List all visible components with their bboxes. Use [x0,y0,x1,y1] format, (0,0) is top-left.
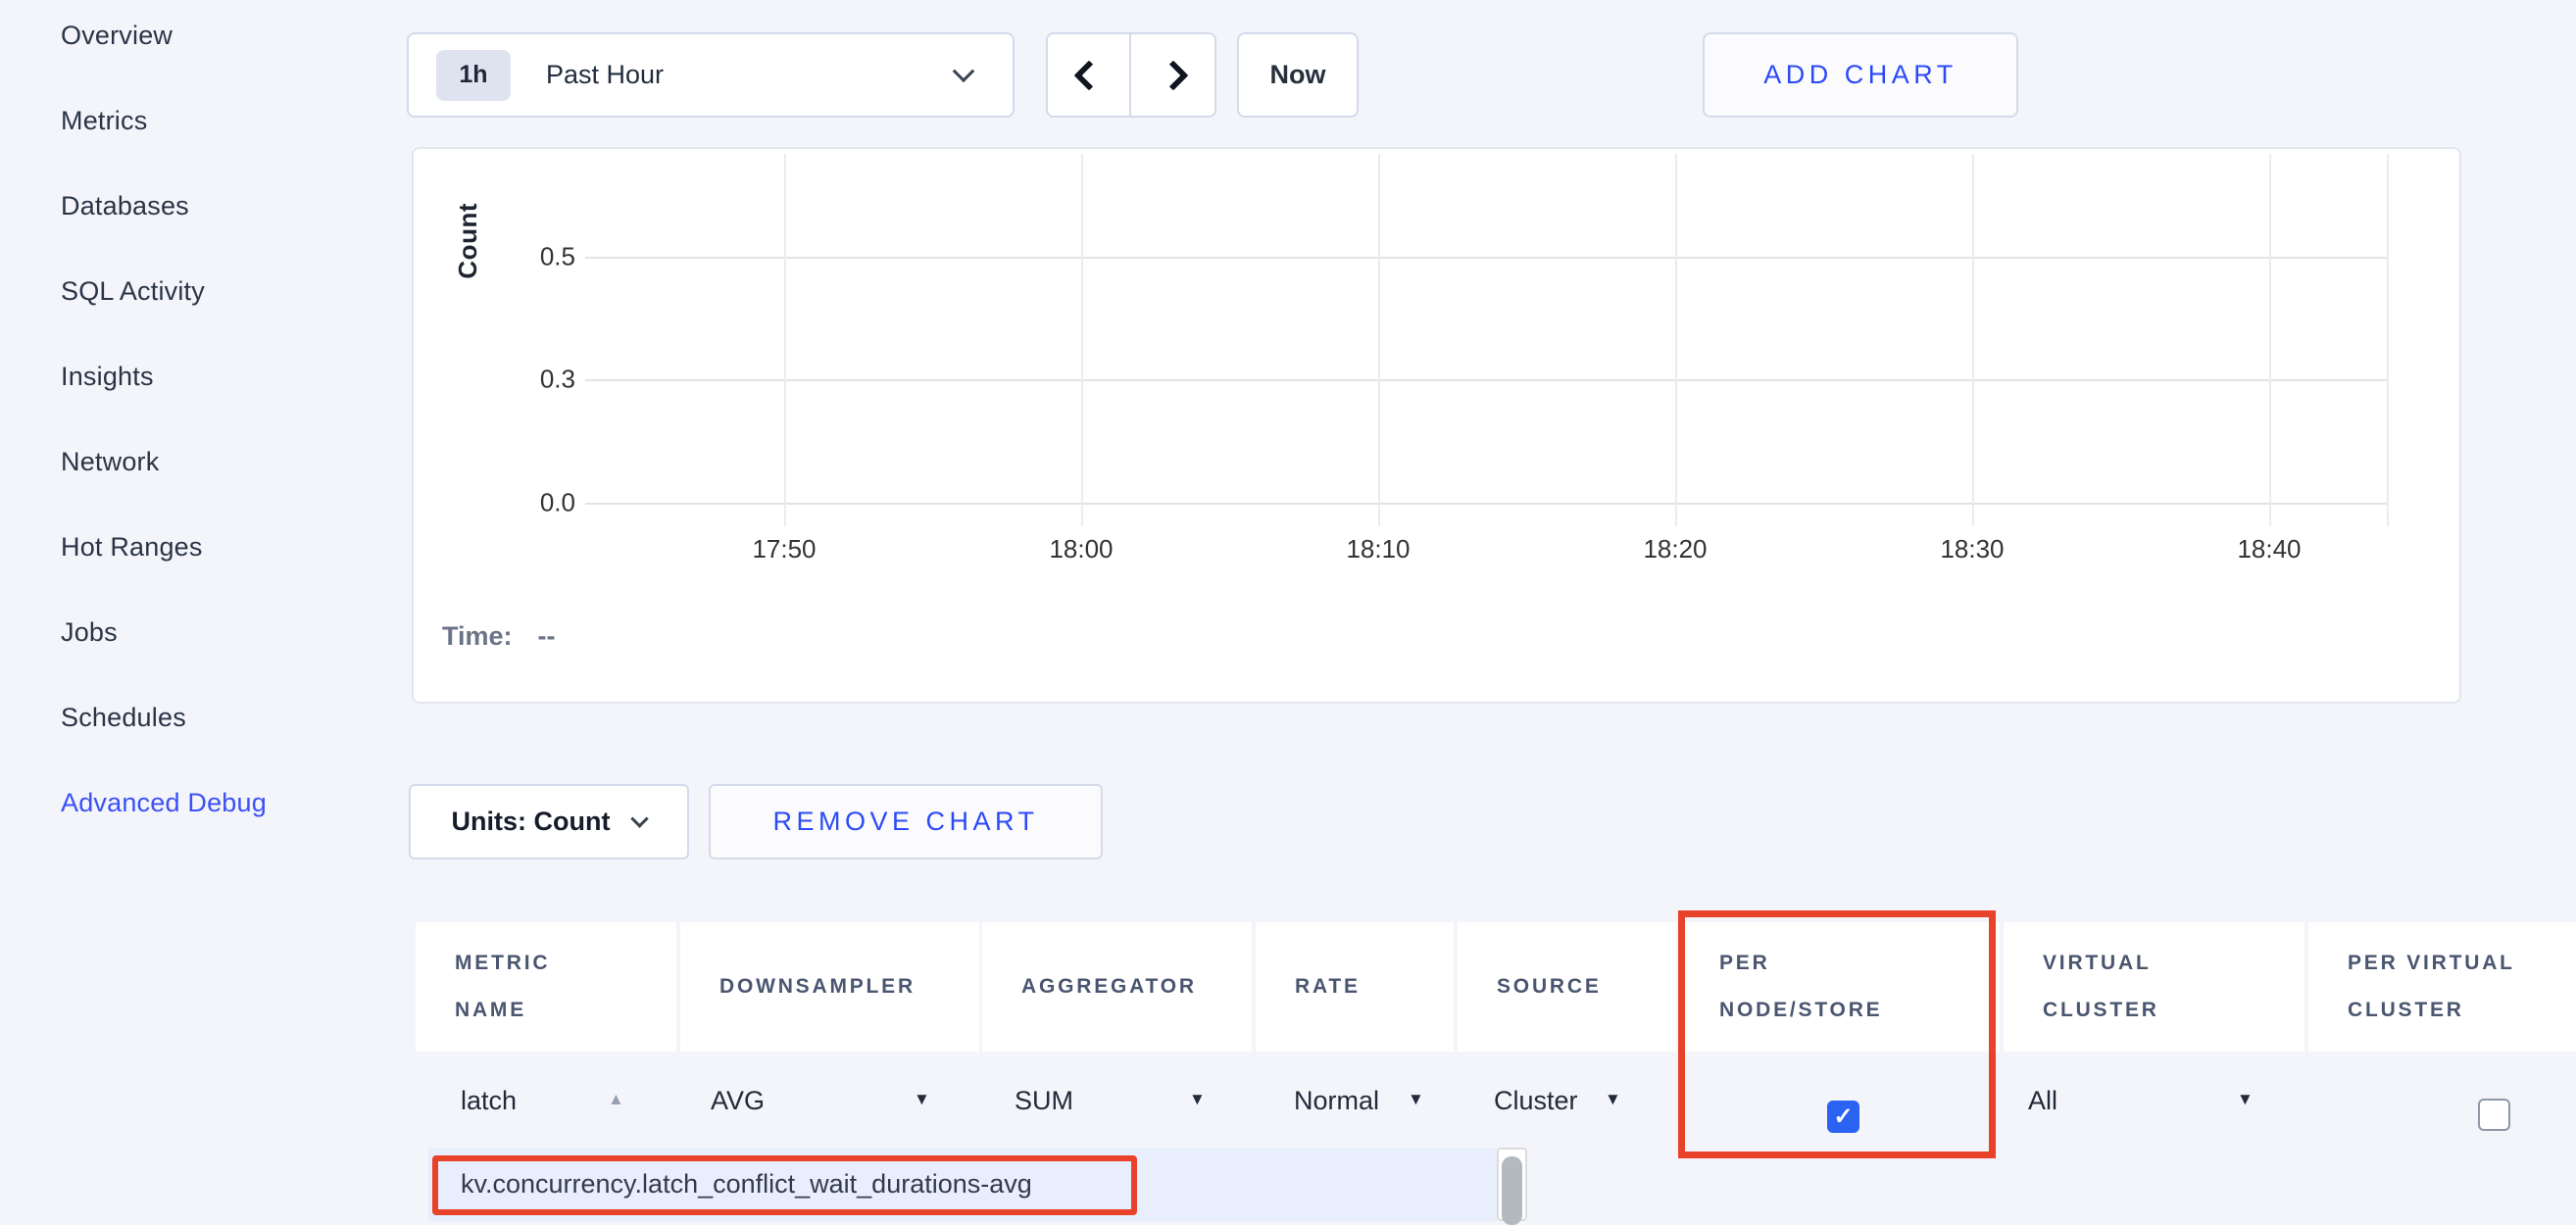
sidebar-item-sql-activity[interactable]: SQL Activity [61,275,355,307]
virtual-cluster-dropdown-icon[interactable] [2237,1090,2254,1109]
sidebar-item-metrics[interactable]: Metrics [61,105,355,136]
y-gridline [585,257,2387,259]
advanced-debug-custom-chart-page: Overview Metrics Databases SQL Activity … [0,0,2576,1221]
metric-name-collapse-icon[interactable] [608,1090,624,1109]
column-header-source: SOURCE [1458,922,1676,1052]
prev-time-button[interactable] [1048,34,1131,116]
sidebar-item-jobs[interactable]: Jobs [61,616,355,648]
sidebar-nav: Overview Metrics Databases SQL Activity … [61,20,355,818]
rate-select[interactable]: Normal [1294,1086,1379,1116]
chevron-down-icon [953,60,975,82]
metric-suggestion-item[interactable]: kv.concurrency.latch_conflict_wait_durat… [461,1148,1032,1221]
rate-dropdown-icon[interactable] [1408,1090,1424,1109]
sidebar-item-hot-ranges[interactable]: Hot Ranges [61,531,355,563]
x-gridline [1675,154,1677,526]
time-range-label: Past Hour [546,60,664,90]
x-tick-label: 18:40 [2210,534,2328,564]
column-header-virtual-cluster: VIRTUAL CLUSTER [2004,922,2304,1052]
x-tick-label: 17:50 [725,534,843,564]
plot-right-border [2387,154,2389,526]
time-step-buttons [1046,32,1216,118]
y-tick-label: 0.3 [472,365,575,395]
x-tick-label: 18:20 [1616,534,1734,564]
sidebar-item-advanced-debug[interactable]: Advanced Debug [61,787,355,818]
sidebar-item-schedules[interactable]: Schedules [61,702,355,733]
virtual-cluster-select[interactable]: All [2028,1086,2057,1116]
units-dropdown-label: Units: Count [452,807,611,837]
add-chart-button[interactable]: ADD CHART [1703,32,2018,118]
column-header-downsampler: DOWNSAMPLER [680,922,979,1052]
y-tick-label: 0.0 [472,488,575,518]
downsampler-select[interactable]: AVG [711,1086,765,1116]
column-header-aggregator: AGGREGATOR [982,922,1252,1052]
suggestion-scrollbar-thumb[interactable] [1502,1156,1522,1225]
x-tick-label: 18:30 [1913,534,2031,564]
y-tick-label: 0.5 [472,242,575,272]
metric-name-input[interactable]: latch [461,1086,517,1116]
x-gridline [2269,154,2271,526]
hover-time-label: Time: [442,621,513,651]
hover-time-value: -- [538,621,556,651]
column-header-rate: RATE [1256,922,1454,1052]
column-header-per-node-store: PER NODE/STORE [1680,922,2000,1052]
next-time-button[interactable] [1131,34,1214,116]
hover-time-readout: Time: -- [442,621,556,652]
x-gridline [784,154,786,526]
chevron-left-icon [1073,60,1104,90]
chevron-right-icon [1158,60,1188,90]
x-tick-label: 18:10 [1319,534,1437,564]
sidebar-item-databases[interactable]: Databases [61,190,355,221]
units-dropdown[interactable]: Units: Count [409,784,689,859]
remove-chart-button[interactable]: REMOVE CHART [709,784,1103,859]
per-virtual-cluster-checkbox[interactable] [2478,1099,2510,1131]
now-button[interactable]: Now [1237,32,1359,118]
column-header-metric-name: METRIC NAME [416,922,676,1052]
aggregator-select[interactable]: SUM [1015,1086,1073,1116]
aggregator-dropdown-icon[interactable] [1189,1090,1206,1109]
source-select[interactable]: Cluster [1494,1086,1578,1116]
y-gridline [585,379,2387,381]
x-gridline [1972,154,1974,526]
per-node-store-checkbox[interactable] [1827,1101,1859,1133]
custom-chart-card: Count 0.50.30.017:5018:0018:1018:2018:30… [412,147,2461,704]
sidebar-item-network[interactable]: Network [61,446,355,477]
y-gridline [585,503,2387,505]
x-tick-label: 18:00 [1022,534,1140,564]
x-gridline [1378,154,1380,526]
source-dropdown-icon[interactable] [1605,1090,1621,1109]
chevron-down-icon [631,809,649,827]
downsampler-dropdown-icon[interactable] [914,1090,930,1109]
sidebar-item-insights[interactable]: Insights [61,361,355,392]
x-gridline [1081,154,1083,526]
time-range-badge: 1h [436,50,511,101]
time-range-selector[interactable]: 1h Past Hour [407,32,1015,118]
sidebar-item-overview[interactable]: Overview [61,20,355,51]
metric-suggestion-panel: kv.concurrency.latch_conflict_wait_durat… [428,1148,1497,1221]
column-header-per-virtual-cluster: PER VIRTUAL CLUSTER [2308,922,2576,1052]
